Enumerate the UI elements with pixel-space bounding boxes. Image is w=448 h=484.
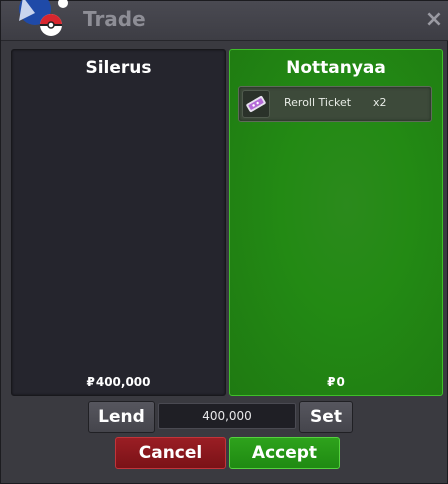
cancel-button[interactable]: Cancel xyxy=(115,437,226,469)
window-title: Trade xyxy=(83,7,146,31)
ticket-icon xyxy=(242,90,270,118)
trade-window: Trade × Silerus ₽400,000 Nottanyaa Rerol xyxy=(0,0,448,484)
player-offer-panel-silerus: Silerus ₽400,000 xyxy=(11,49,226,396)
close-icon[interactable]: × xyxy=(423,7,445,33)
currency-icon: ₽ xyxy=(327,375,336,389)
item-quantity: x2 xyxy=(373,96,387,109)
money-amount: 400,000 xyxy=(95,375,151,389)
money-amount: 0 xyxy=(336,375,345,389)
lend-button[interactable]: Lend xyxy=(88,401,155,433)
currency-icon: ₽ xyxy=(86,375,95,389)
set-button[interactable]: Set xyxy=(299,401,353,433)
player-offer-panel-nottanyaa: Nottanyaa Reroll Ticket x2 ₽0 xyxy=(229,49,443,396)
trade-item-slot[interactable]: Reroll Ticket x2 xyxy=(238,86,432,122)
player-name: Silerus xyxy=(85,58,152,78)
offered-money: ₽400,000 xyxy=(12,375,225,389)
offered-money: ₽0 xyxy=(230,375,442,389)
player-name: Nottanyaa xyxy=(286,58,386,78)
pokeball-logo-icon xyxy=(19,0,68,36)
item-name: Reroll Ticket xyxy=(284,96,352,109)
accept-button[interactable]: Accept xyxy=(229,437,340,469)
money-amount-input[interactable]: 400,000 xyxy=(158,403,296,429)
title-bar[interactable]: Trade × xyxy=(1,0,448,41)
